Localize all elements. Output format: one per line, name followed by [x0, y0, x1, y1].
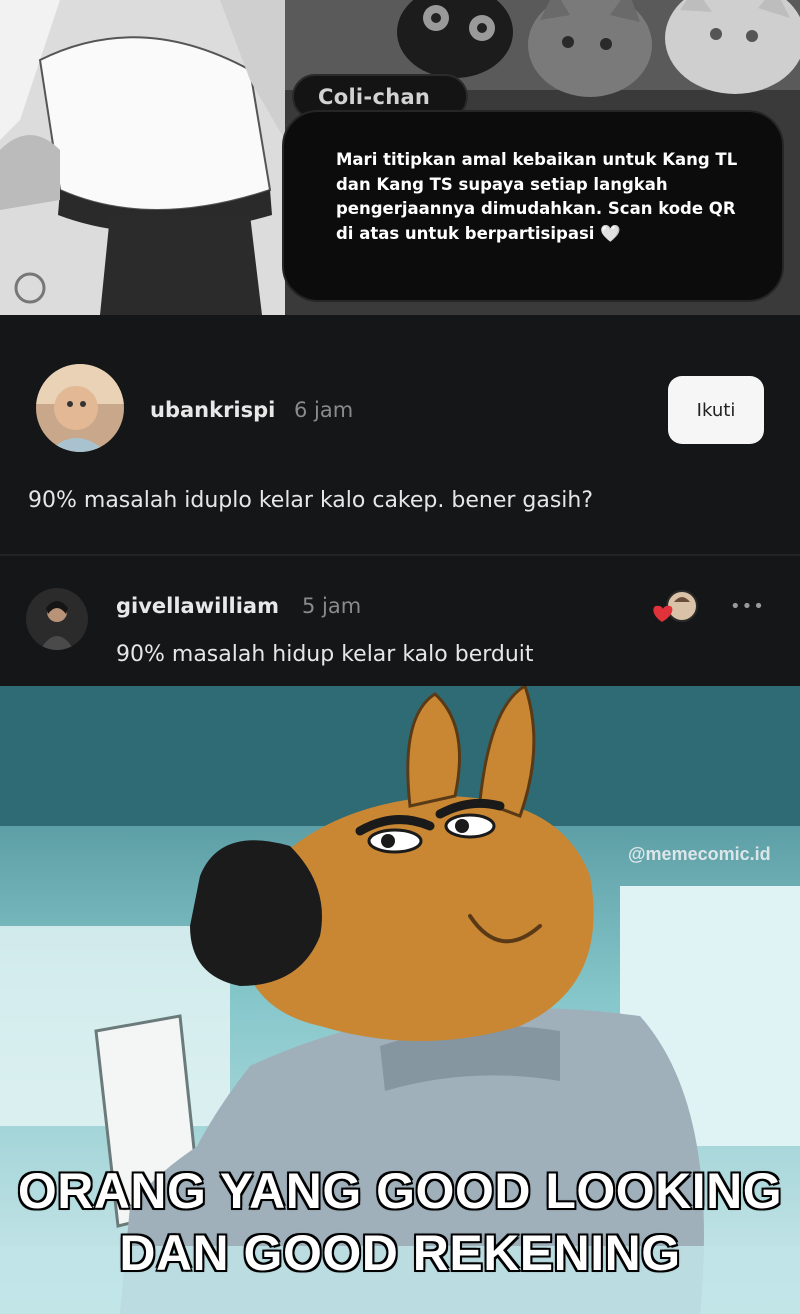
reply-username[interactable]: givellawilliam	[116, 594, 279, 618]
comment-username[interactable]: ubankrispi	[150, 398, 275, 422]
meme-image: @memecomic.id ORANG YANG GOOD LOOKING DA…	[0, 686, 800, 1314]
author-liked-heart-icon	[653, 590, 698, 622]
donation-banner: Coli-chan Mari titipkan amal kebaikan un…	[0, 0, 800, 315]
comment-time: 6 jam	[294, 398, 354, 422]
meme-caption-line-2: DAN GOOD REKENING	[118, 1224, 681, 1283]
meme-caption-line-1: ORANG YANG GOOD LOOKING	[17, 1162, 783, 1221]
reply-text: 90% masalah hidup kelar kalo berduit	[116, 642, 534, 667]
follow-button[interactable]: Ikuti	[668, 376, 764, 444]
speech-bubble: Mari titipkan amal kebaikan untuk Kang T…	[282, 110, 784, 302]
watermark: @memecomic.id	[628, 844, 771, 864]
comment-text: 90% masalah iduplo kelar kalo cakep. ben…	[28, 488, 594, 513]
divider	[0, 554, 800, 556]
avatar[interactable]	[36, 364, 124, 452]
avatar[interactable]	[26, 588, 88, 650]
more-options-icon[interactable]: •••	[730, 596, 766, 617]
donation-message: Mari titipkan amal kebaikan untuk Kang T…	[336, 150, 738, 243]
reply-time: 5 jam	[302, 594, 362, 618]
badge-label: Coli-chan	[318, 85, 431, 109]
